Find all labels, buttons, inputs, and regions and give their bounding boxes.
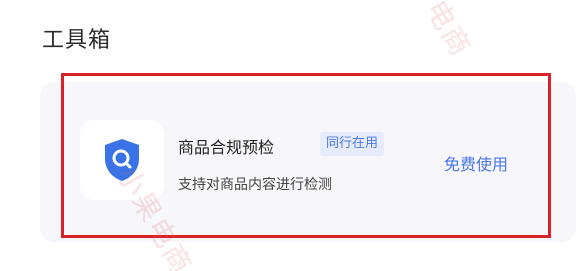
watermark-top: 电商 bbox=[419, 0, 479, 63]
toolbox-page: 工具箱 商品合规预检 同行在用 支持对商品内容进行检测 免费使用 电商 小果电商 bbox=[0, 0, 583, 271]
toolbox-title: 工具箱 bbox=[42, 28, 112, 53]
highlight-annotation-box bbox=[61, 73, 551, 238]
